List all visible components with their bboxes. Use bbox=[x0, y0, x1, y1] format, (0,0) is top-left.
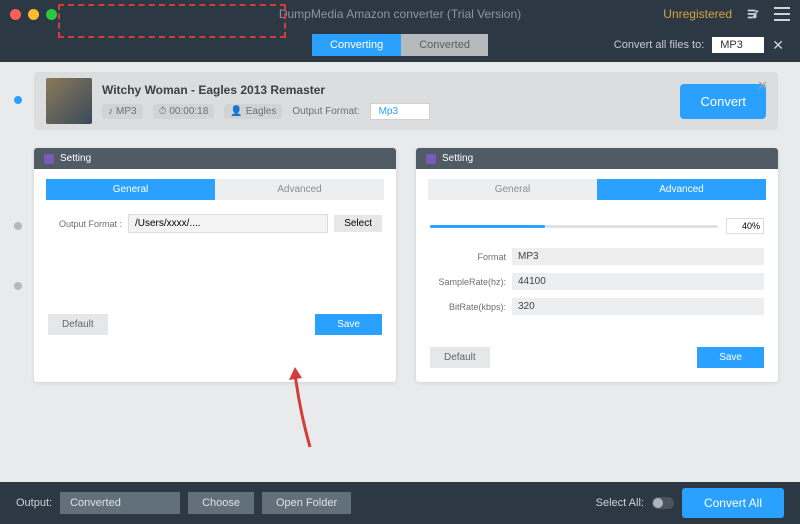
tab-converted[interactable]: Converted bbox=[401, 34, 488, 56]
output-label: Output: bbox=[16, 497, 52, 509]
panel-tab-general[interactable]: General bbox=[428, 179, 597, 200]
music-queue-icon[interactable] bbox=[746, 7, 760, 21]
duration-badge: ⏱ 00:00:18 bbox=[153, 104, 215, 119]
speed-slider[interactable] bbox=[430, 225, 718, 228]
convert-button[interactable]: Convert bbox=[680, 84, 766, 119]
samplerate-select[interactable]: 44100 bbox=[512, 273, 764, 290]
convert-all-format-select[interactable]: MP3 bbox=[712, 37, 764, 53]
gear-icon bbox=[426, 154, 436, 164]
registration-status[interactable]: Unregistered bbox=[663, 7, 732, 21]
samplerate-label: SampleRate(hz): bbox=[430, 277, 506, 287]
format-select[interactable]: MP3 bbox=[512, 248, 764, 265]
bitrate-label: BitRate(kbps): bbox=[430, 302, 506, 312]
footer-bar: Output: Choose Open Folder Select All: C… bbox=[0, 482, 800, 524]
maximize-window-icon[interactable] bbox=[46, 9, 57, 20]
panel-tab-advanced[interactable]: Advanced bbox=[215, 179, 384, 200]
close-icon[interactable]: ✕ bbox=[772, 37, 784, 54]
bitrate-select[interactable]: 320 bbox=[512, 298, 764, 315]
output-format-label: Output Format: bbox=[292, 106, 359, 117]
window-title: DumpMedia Amazon converter (Trial Versio… bbox=[279, 7, 521, 21]
panel-title: Setting bbox=[442, 153, 473, 164]
settings-panel-general: Setting General Advanced Output Format :… bbox=[34, 148, 396, 382]
minimize-window-icon[interactable] bbox=[28, 9, 39, 20]
save-button[interactable]: Save bbox=[315, 314, 382, 335]
panel-title: Setting bbox=[60, 153, 91, 164]
titlebar: DumpMedia Amazon converter (Trial Versio… bbox=[0, 0, 800, 28]
choose-folder-button[interactable]: Choose bbox=[188, 492, 254, 514]
artist-badge: 👤 Eagles bbox=[224, 104, 282, 119]
remove-track-icon[interactable]: ✕ bbox=[757, 78, 768, 94]
output-format-select[interactable]: Mp3 bbox=[370, 103, 430, 120]
open-folder-button[interactable]: Open Folder bbox=[262, 492, 351, 514]
format-label: Format bbox=[430, 252, 506, 262]
output-path-label: Output Format : bbox=[48, 219, 122, 229]
gear-icon bbox=[44, 154, 54, 164]
mode-tabs: Converting Converted bbox=[312, 34, 488, 56]
track-title: Witchy Woman - Eagles 2013 Remaster bbox=[102, 83, 670, 97]
default-button[interactable]: Default bbox=[48, 314, 108, 335]
track-card: ✕ Witchy Woman - Eagles 2013 Remaster ♪ … bbox=[34, 72, 778, 130]
select-path-button[interactable]: Select bbox=[334, 215, 382, 232]
save-button[interactable]: Save bbox=[697, 347, 764, 368]
track-indicator bbox=[14, 282, 22, 290]
content-area: ✕ Witchy Woman - Eagles 2013 Remaster ♪ … bbox=[0, 62, 800, 482]
track-indicator bbox=[14, 222, 22, 230]
output-folder-input[interactable] bbox=[60, 492, 180, 514]
speed-percent-input[interactable] bbox=[726, 218, 764, 234]
default-button[interactable]: Default bbox=[430, 347, 490, 368]
select-all-label: Select All: bbox=[596, 497, 644, 509]
album-art bbox=[46, 78, 92, 124]
close-window-icon[interactable] bbox=[10, 9, 21, 20]
mode-bar: Converting Converted Convert all files t… bbox=[0, 28, 800, 62]
convert-all-format-label: Convert all files to: bbox=[614, 39, 704, 51]
panel-tab-general[interactable]: General bbox=[46, 179, 215, 200]
tab-converting[interactable]: Converting bbox=[312, 34, 401, 56]
window-controls bbox=[10, 9, 57, 20]
output-path-input[interactable] bbox=[128, 214, 328, 233]
hamburger-menu-icon[interactable] bbox=[774, 7, 790, 21]
select-all-toggle[interactable] bbox=[652, 497, 674, 509]
settings-panel-advanced: Setting General Advanced Format MP3 bbox=[416, 148, 778, 382]
format-badge: ♪ MP3 bbox=[102, 104, 143, 119]
panel-tab-advanced[interactable]: Advanced bbox=[597, 179, 766, 200]
track-selected-indicator bbox=[14, 96, 22, 104]
convert-all-button[interactable]: Convert All bbox=[682, 488, 784, 518]
